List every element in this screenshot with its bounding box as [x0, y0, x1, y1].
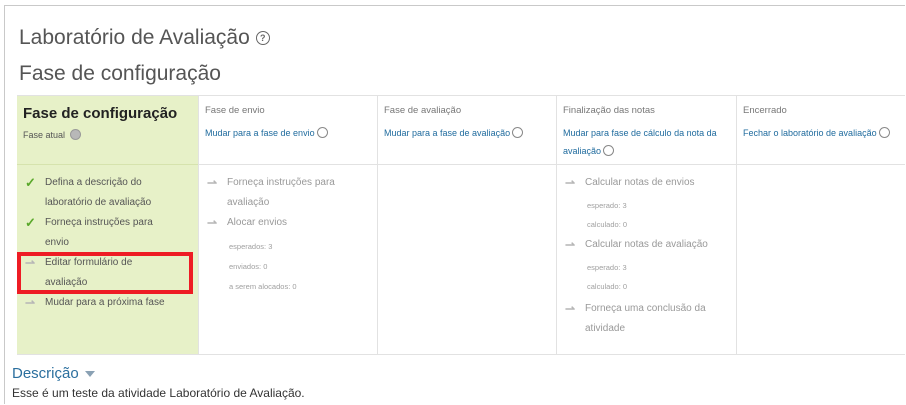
task-text-line: envio	[45, 237, 69, 248]
todo-check-icon: ⇀	[207, 176, 218, 190]
switch-to-assessment-link[interactable]: Mudar para a fase de avaliação	[384, 124, 524, 142]
lightbulb-icon	[69, 129, 81, 141]
phase-closed-tasks	[737, 164, 905, 354]
task-text-line: Defina a descrição do	[45, 177, 142, 188]
task-calculate-submission-grades[interactable]: ⇀ Calcular notas de envios	[565, 173, 695, 193]
switch-link-text: Mudar para a fase de avaliação	[384, 128, 511, 138]
phase-submission-title: Fase de envio	[205, 105, 265, 116]
phase-evaluation-title: Finalização das notas	[563, 105, 655, 116]
task-text-line: Forneça instruções para	[45, 217, 153, 228]
phase-setup: Fase de configuração Fase atual ✓ Defina …	[17, 96, 199, 354]
chevron-down-icon	[84, 371, 95, 378]
highlight-box	[17, 252, 193, 294]
task-text-line: Forneça uma conclusão da	[585, 303, 706, 314]
detail-submitted: enviados: 0	[229, 262, 268, 271]
switch-to-closed-link[interactable]: Fechar o laboratório de avaliação	[743, 124, 890, 142]
phase-closed: Encerrado Fechar o laboratório de avalia…	[737, 96, 905, 354]
task-allocate-submissions[interactable]: ⇀ Alocar envios	[207, 213, 287, 233]
current-phase-label: Fase atual	[23, 130, 66, 140]
check-icon: ✓	[25, 175, 36, 190]
todo-check-icon: ⇀	[565, 238, 576, 252]
task-text-line: avaliação	[227, 197, 270, 208]
current-phase-indicator: Fase atual	[23, 129, 81, 141]
page-title-text: Laboratório de Avaliação	[19, 26, 250, 49]
task-provide-conclusion[interactable]: ⇀ Forneça uma conclusão da atividade	[565, 299, 706, 339]
detail-calculated: calculado: 0	[587, 282, 628, 291]
description-title: Descrição	[12, 365, 79, 382]
phase-assessment-header: Fase de avaliação Mudar para a fase de a…	[378, 96, 556, 164]
phase-assessment: Fase de avaliação Mudar para a fase de a…	[378, 96, 557, 354]
task-text-line: Alocar envios	[227, 217, 288, 228]
phase-setup-title: Fase de configuração	[23, 105, 178, 122]
phase-submission: Fase de envio Mudar para a fase de envio…	[199, 96, 378, 354]
detail-expected: esperado: 3	[587, 263, 627, 272]
task-define-description: ✓ Defina a descrição do laboratório de ava…	[25, 173, 151, 213]
detail-expected: esperado: 3	[587, 201, 627, 210]
lightbulb-icon	[316, 127, 328, 139]
todo-check-icon: ⇀	[565, 302, 576, 316]
task-next-phase[interactable]: ⇀ Mudar para a próxima fase	[25, 293, 165, 313]
phase-evaluation-header: Finalização das notas Mudar para fase de…	[557, 96, 736, 164]
page-title: Laboratório de Avaliação?	[19, 26, 270, 50]
phase-submission-header: Fase de envio Mudar para a fase de envio	[199, 96, 377, 164]
switch-link-text: Mudar para a fase de envio	[205, 128, 315, 138]
detail-expected: esperados: 3	[229, 242, 273, 251]
switch-link-text: Mudar para fase de cálculo da nota da	[563, 128, 717, 138]
task-text-line: Mudar para a próxima fase	[45, 297, 165, 308]
phase-evaluation-tasks: ⇀ Calcular notas de envios esperado: 3 ca…	[557, 164, 736, 354]
phase-grid: Fase de configuração Fase atual ✓ Defina …	[17, 95, 905, 355]
check-icon: ✓	[25, 215, 36, 230]
lightbulb-icon	[512, 127, 524, 139]
phase-assessment-title: Fase de avaliação	[384, 105, 462, 116]
phase-submission-tasks: ⇀ Forneça instruções para avaliação ⇀ Aloca…	[199, 164, 377, 354]
question-circle-icon[interactable]: ?	[255, 31, 270, 46]
phase-evaluation: Finalização das notas Mudar para fase de…	[557, 96, 737, 354]
switch-to-evaluation-link[interactable]: Mudar para fase de cálculo da nota da ava…	[563, 124, 717, 160]
task-text-line: Forneça instruções para	[227, 177, 335, 188]
switch-link-text: Fechar o laboratório de avaliação	[743, 128, 877, 138]
phase-heading: Fase de configuração	[19, 62, 221, 85]
lightbulb-icon	[878, 127, 890, 139]
switch-link-text: avaliação	[563, 146, 602, 156]
lightbulb-icon	[603, 145, 615, 157]
phase-closed-header: Encerrado Fechar o laboratório de avalia…	[737, 96, 905, 164]
todo-check-icon: ⇀	[565, 176, 576, 190]
task-assessment-instructions[interactable]: ⇀ Forneça instruções para avaliação	[207, 173, 335, 213]
task-calculate-assessment-grades[interactable]: ⇀ Calcular notas de avaliação	[565, 235, 708, 255]
detail-calculated: calculado: 0	[587, 220, 628, 229]
phase-assessment-tasks	[378, 164, 556, 354]
workshop-frame: Laboratório de Avaliação? Fase de config…	[4, 5, 905, 404]
phase-closed-title: Encerrado	[743, 105, 787, 116]
todo-check-icon: ⇀	[207, 216, 218, 230]
task-text-line: atividade	[585, 323, 626, 334]
description-toggle[interactable]: Descrição	[12, 365, 95, 382]
todo-check-icon: ⇀	[25, 296, 36, 310]
phase-setup-header: Fase de configuração Fase atual	[17, 96, 198, 164]
task-submission-instructions: ✓ Forneça instruções para envio	[25, 213, 153, 253]
switch-to-submission-link[interactable]: Mudar para a fase de envio	[205, 124, 328, 142]
task-text-line: laboratório de avaliação	[45, 197, 152, 208]
detail-to-allocate: a serem alocados: 0	[229, 282, 297, 291]
description-text: Esse é um teste da atividade Laboratório…	[12, 386, 305, 400]
